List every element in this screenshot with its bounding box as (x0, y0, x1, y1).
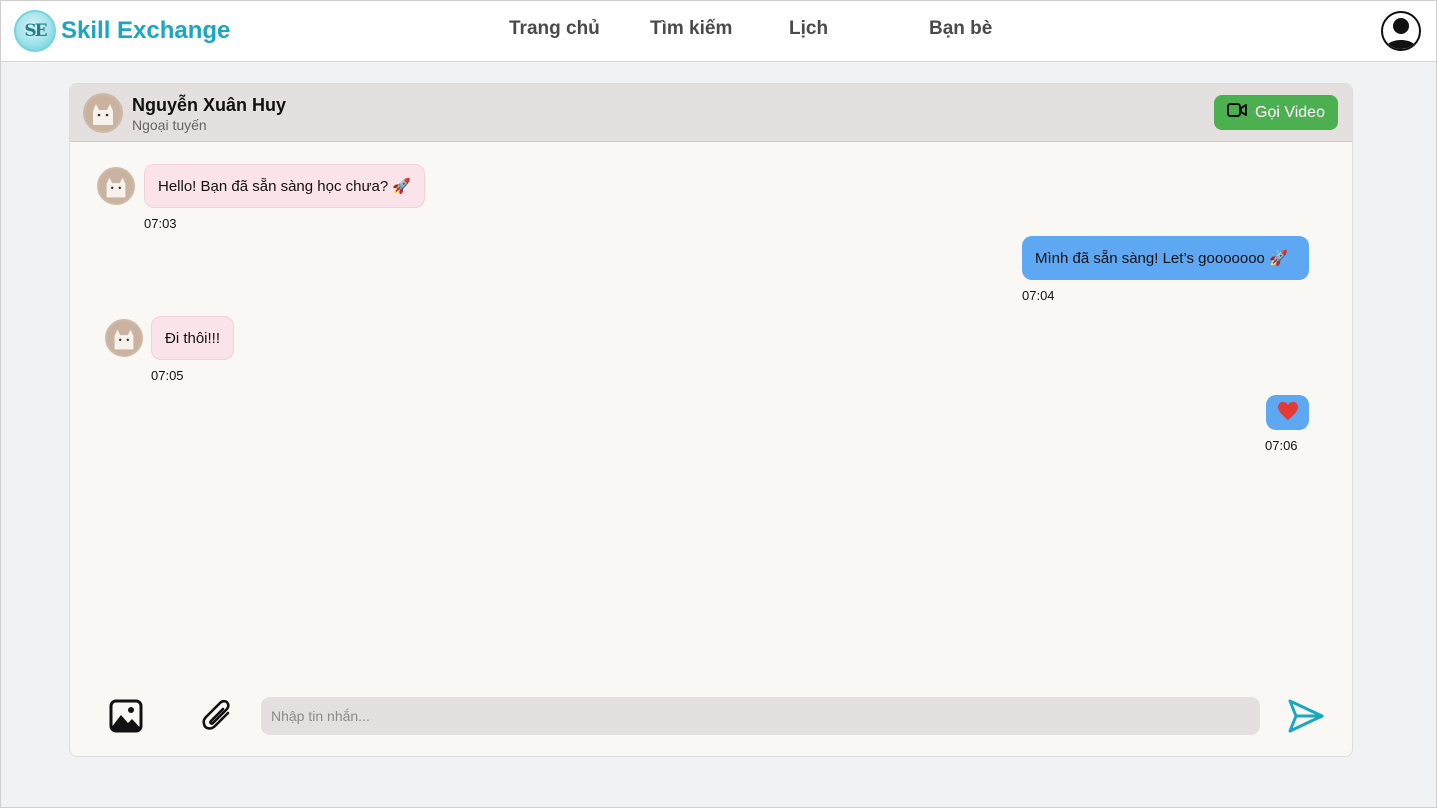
user-avatar-icon[interactable] (1381, 11, 1421, 51)
nav-home[interactable]: Trang chủ (509, 18, 600, 40)
sender-avatar[interactable] (97, 167, 135, 205)
contact-avatar[interactable] (83, 93, 123, 133)
chat-header: Nguyễn Xuân Huy Ngoại tuyến Gọi Video (70, 84, 1352, 142)
send-icon[interactable] (1287, 698, 1325, 739)
contact-status: Ngoại tuyến (132, 117, 207, 133)
message-time: 07:04 (1022, 288, 1055, 303)
message-bubble-outgoing[interactable] (1266, 395, 1309, 430)
top-navbar: SE Skill Exchange Trang chủ Tìm kiếm Lịc… (0, 0, 1437, 62)
image-icon[interactable] (109, 699, 143, 738)
message-time: 07:06 (1265, 438, 1298, 453)
nav-calendar[interactable]: Lịch (789, 18, 828, 40)
sender-avatar[interactable] (105, 319, 143, 357)
heart-icon (1277, 401, 1299, 425)
video-call-label: Gọi Video (1255, 103, 1325, 121)
chat-panel: Nguyễn Xuân Huy Ngoại tuyến Gọi Video He… (69, 83, 1353, 757)
message-time: 07:03 (144, 216, 177, 231)
nav-search[interactable]: Tìm kiếm (650, 18, 732, 40)
brand-name[interactable]: Skill Exchange (61, 17, 230, 45)
video-camera-icon (1227, 102, 1247, 123)
message-bubble-outgoing[interactable]: Mình đã sẵn sàng! Let’s gooooooo 🚀 (1022, 236, 1309, 280)
paperclip-icon[interactable] (200, 698, 236, 739)
video-call-button[interactable]: Gọi Video (1214, 95, 1338, 130)
logo-icon[interactable]: SE (14, 10, 56, 52)
contact-name: Nguyễn Xuân Huy (132, 95, 287, 115)
nav-friends[interactable]: Bạn bè (929, 18, 992, 40)
message-time: 07:05 (151, 368, 184, 383)
message-bubble-incoming[interactable]: Đi thôi!!! (151, 316, 235, 360)
message-input[interactable] (261, 697, 1260, 735)
message-bubble-incoming[interactable]: Hello! Bạn đã sẵn sàng học chưa? 🚀 (144, 164, 426, 208)
